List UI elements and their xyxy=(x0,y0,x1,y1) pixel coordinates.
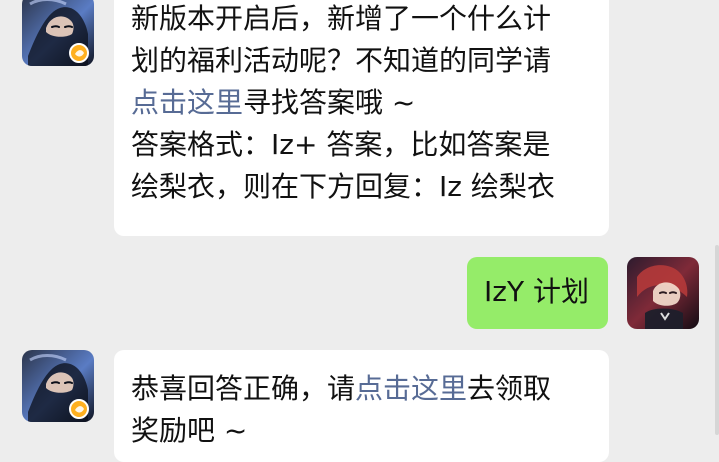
message-text: 恭喜回答正确，请 xyxy=(131,372,356,405)
message-text: 去领取 xyxy=(467,372,552,405)
message-bubble-own: IzY 计划 xyxy=(467,257,608,329)
message-bubble: 新版本开启后，新增了一个什么计 划的福利活动呢？不知道的同学请 点击这里寻找答案… xyxy=(114,0,609,236)
message-line: 划的福利活动呢？不知道的同学请 xyxy=(131,44,552,77)
message-line: 答案格式：Iz+ 答案，比如答案是 xyxy=(131,128,551,161)
message-line-with-link: 点击这里寻找答案哦 ~ xyxy=(131,82,609,124)
sender-avatar[interactable] xyxy=(22,0,94,66)
inline-link[interactable]: 点击这里 xyxy=(131,86,243,119)
message-line: 新版本开启后，新增了一个什么计 xyxy=(131,2,552,35)
sender-avatar[interactable] xyxy=(22,350,94,422)
chat-thread: 新版本开启后，新增了一个什么计 划的福利活动呢？不知道的同学请 点击这里寻找答案… xyxy=(0,0,719,462)
message-right-2: IzY 计划 xyxy=(0,245,719,345)
message-left-3: 恭喜回答正确，请点击这里去领取 奖励吧 ~ xyxy=(0,345,719,462)
inline-link[interactable]: 点击这里 xyxy=(355,372,467,405)
message-text: 寻找答案哦 ~ xyxy=(243,86,416,119)
message-line: 奖励吧 ~ xyxy=(131,414,248,447)
own-avatar[interactable] xyxy=(627,257,699,329)
message-left-1: 新版本开启后，新增了一个什么计 划的福利活动呢？不知道的同学请 点击这里寻找答案… xyxy=(0,0,719,240)
message-line-with-link: 恭喜回答正确，请点击这里去领取 xyxy=(131,368,609,410)
message-text: IzY 计划 xyxy=(484,275,589,308)
message-bubble: 恭喜回答正确，请点击这里去领取 奖励吧 ~ xyxy=(114,350,609,462)
message-line: 绘梨衣，则在下方回复：Iz 绘梨衣 xyxy=(131,170,555,203)
scrollbar[interactable] xyxy=(715,245,719,435)
